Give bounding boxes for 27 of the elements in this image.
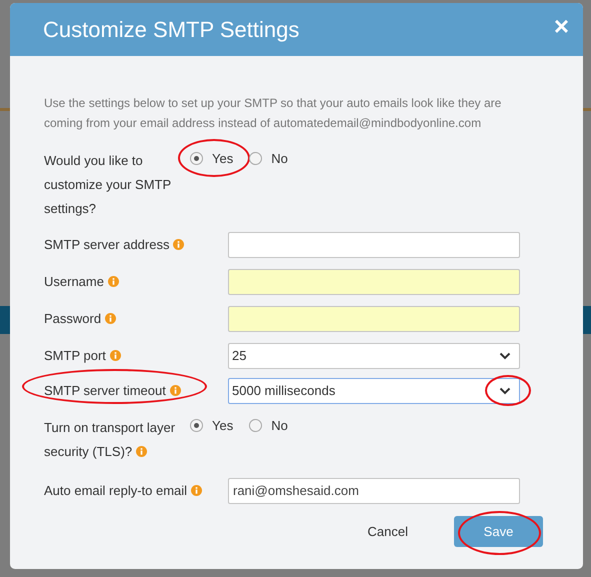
field-label: Username: [44, 274, 119, 289]
radio-label: Yes: [212, 150, 234, 168]
field-label: SMTP server timeout: [44, 383, 181, 398]
radio-label: Yes: [212, 417, 234, 435]
input-field[interactable]: [228, 232, 520, 258]
radio-button[interactable]: [190, 152, 203, 166]
dialog-title: Customize SMTP Settings: [43, 16, 300, 44]
field-label: SMTP server address: [44, 237, 184, 252]
radio-button[interactable]: [249, 419, 262, 432]
field-label: Would you like to customize your SMTP settings?: [44, 153, 171, 216]
chevron-down-icon: [499, 387, 511, 395]
input-field[interactable]: [228, 306, 520, 332]
field-label: SMTP port: [44, 348, 121, 363]
radio-label: No: [271, 150, 288, 168]
field-label: Turn on transport layer security (TLS)?: [44, 420, 176, 459]
radio-button[interactable]: [249, 152, 262, 166]
select-field[interactable]: 5000 milliseconds: [228, 378, 520, 404]
input-field[interactable]: rani@omshesaid.com: [228, 478, 520, 504]
chevron-down-icon: [499, 352, 511, 360]
radio-button[interactable]: [190, 419, 203, 432]
field-label: Auto email reply-to email: [44, 483, 202, 498]
intro-text: Use the settings below to set up your SMTP so that your auto emails look like they are coming from your email address instead of automatedemail@mindbodyonline.com: [44, 95, 502, 132]
cancel-button[interactable]: Cancel: [368, 522, 408, 542]
radio-label: No: [271, 417, 288, 435]
field-label: Password: [44, 311, 116, 326]
input-field[interactable]: [228, 269, 520, 295]
select-field[interactable]: 25: [228, 343, 520, 369]
